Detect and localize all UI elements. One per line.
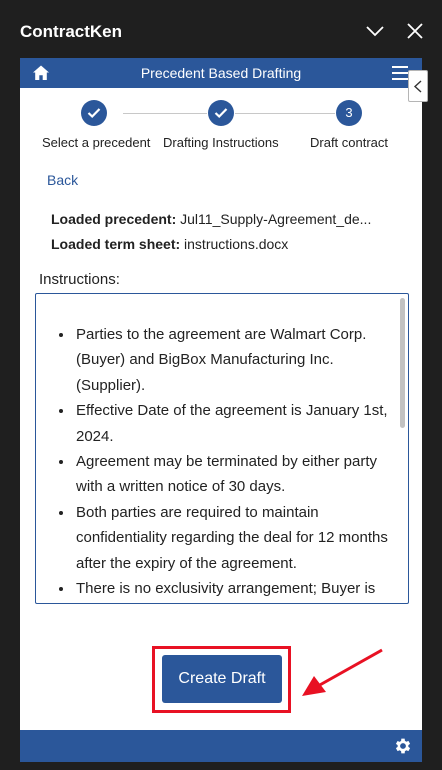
instruction-item: Both parties are required to maintain co… [74, 500, 390, 576]
step-1-complete [81, 100, 107, 126]
annotation-arrow-icon [302, 648, 383, 696]
gear-icon[interactable] [393, 736, 413, 756]
loaded-precedent: Loaded precedent: Jul11_Supply-Agreement… [51, 211, 371, 227]
step-3-current: 3 [336, 100, 362, 126]
step-3-label: Draft contract [310, 135, 389, 150]
checkmark-icon [87, 108, 101, 119]
step-connector [123, 113, 207, 114]
page-title: Precedent Based Drafting [140, 65, 302, 81]
scrollbar-thumb[interactable] [400, 298, 405, 428]
panel-footer [20, 730, 422, 762]
back-link[interactable]: Back [47, 172, 78, 188]
chevron-left-icon [413, 80, 422, 93]
step-1-label: Select a precedent [42, 135, 151, 150]
instruction-item: Parties to the agreement are Walmart Cor… [74, 322, 390, 398]
create-draft-button[interactable]: Create Draft [162, 655, 282, 703]
step-connector [235, 113, 335, 114]
close-icon[interactable] [404, 20, 426, 42]
hamburger-menu-icon[interactable] [392, 66, 408, 80]
step-2-complete [208, 100, 234, 126]
side-collapse-tab[interactable] [408, 70, 428, 102]
instructions-label: Instructions: [39, 271, 120, 288]
loaded-termsheet: Loaded term sheet: instructions.docx [51, 236, 288, 252]
instruction-item: Agreement may be terminated by either pa… [74, 449, 390, 500]
loaded-precedent-label: Loaded precedent: [51, 211, 177, 227]
loaded-termsheet-value: instructions.docx [184, 236, 289, 252]
instructions-list: Parties to the agreement are Walmart Cor… [36, 322, 398, 601]
step-2-label: Drafting Instructions [163, 135, 279, 150]
loaded-precedent-value: Jul11_Supply-Agreement_de... [180, 211, 372, 227]
instruction-item: There is no exclusivity arrangement; Buy… [74, 576, 390, 601]
chevron-down-icon[interactable] [364, 20, 386, 42]
instructions-textarea[interactable]: Parties to the agreement are Walmart Cor… [35, 293, 409, 604]
loaded-termsheet-label: Loaded term sheet: [51, 236, 181, 252]
instruction-item: Effective Date of the agreement is Janua… [74, 398, 390, 449]
panel-header: Precedent Based Drafting [20, 58, 422, 88]
window-titlebar: ContractKen [0, 0, 442, 58]
app-title: ContractKen [20, 22, 123, 41]
checkmark-icon [214, 108, 228, 119]
addin-panel: Precedent Based Drafting 3 Select a prec… [20, 58, 422, 762]
